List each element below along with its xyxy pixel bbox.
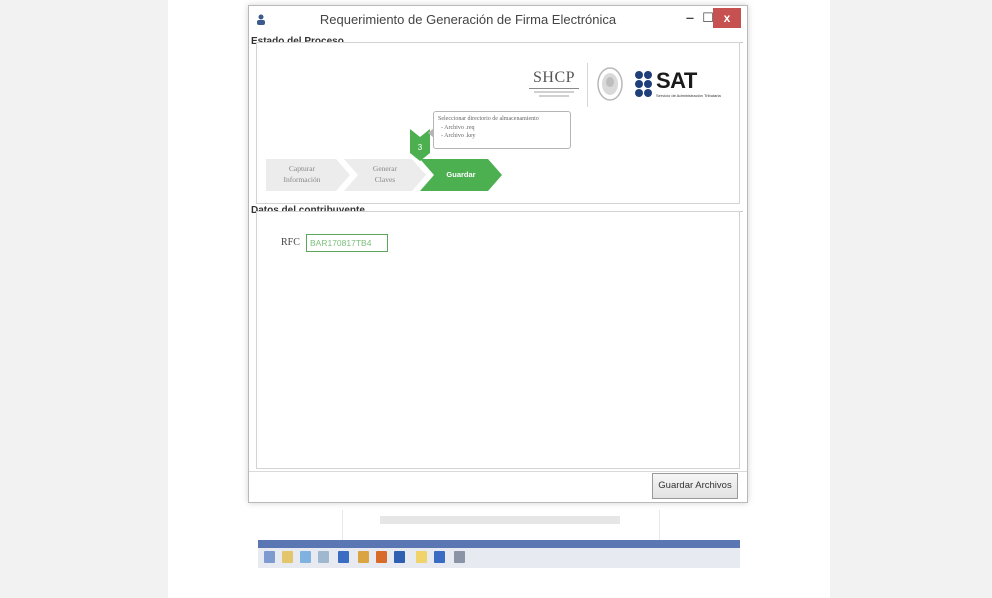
step-capturar-line2: Información bbox=[283, 175, 321, 184]
shcp-subtext-line bbox=[534, 91, 574, 93]
guardar-archivos-button[interactable]: Guardar Archivos bbox=[652, 473, 738, 499]
rfc-label: RFC bbox=[281, 237, 300, 248]
background-left-margin bbox=[0, 0, 168, 598]
shcp-subtext-line bbox=[539, 95, 569, 97]
logo-separator bbox=[587, 63, 588, 107]
step-callout: Seleccionar directorio de almacenamiento… bbox=[428, 111, 571, 149]
sat-dots-icon bbox=[635, 71, 652, 97]
step-capturar: Capturar Información bbox=[270, 163, 334, 185]
taskbar-firefox-icon bbox=[376, 551, 387, 563]
step-generar: Generar Claves bbox=[356, 163, 414, 185]
taskbar-browser-icon bbox=[300, 551, 311, 563]
shcp-rule bbox=[529, 88, 579, 89]
taskbar-outlook-icon bbox=[394, 551, 405, 563]
callout-arrow bbox=[428, 128, 434, 138]
shcp-logo: SHCP bbox=[529, 69, 579, 103]
sat-logo-subtitle: Servicio de Administración Tributaria bbox=[656, 93, 721, 98]
step-capturar-line1: Capturar bbox=[288, 164, 316, 173]
background-ruler bbox=[380, 516, 620, 524]
step-generar-line2: Claves bbox=[374, 175, 396, 184]
shcp-logo-text: SHCP bbox=[532, 69, 576, 86]
title-bar[interactable]: Requerimiento de Generación de Firma Ele… bbox=[249, 6, 747, 34]
callout-item: - Archivo .key bbox=[441, 133, 476, 139]
background-status-bar bbox=[258, 540, 740, 548]
callout-item: - Archivo .req bbox=[441, 124, 475, 131]
close-button[interactable]: x bbox=[713, 8, 741, 28]
sat-logo: SAT Servicio de Administración Tributari… bbox=[634, 68, 744, 102]
step-guardar: Guardar bbox=[432, 169, 490, 180]
step-guardar-line1: Guardar bbox=[446, 170, 476, 179]
process-steps: Capturar Información Generar Claves Guar… bbox=[266, 159, 506, 191]
sat-logo-text: SAT bbox=[656, 68, 697, 93]
taskbar-notes-icon bbox=[416, 551, 427, 563]
current-step-marker-icon: 3 bbox=[410, 129, 430, 161]
dialog-window: Requerimiento de Generación de Firma Ele… bbox=[248, 5, 748, 503]
taskbar-chrome-icon bbox=[358, 551, 369, 563]
background-right-margin bbox=[830, 0, 992, 598]
step-generar-line1: Generar bbox=[372, 164, 398, 173]
taskbar-tool-icon bbox=[454, 551, 465, 563]
minimize-button[interactable]: ‒ bbox=[681, 8, 699, 28]
background-taskbar bbox=[258, 548, 740, 568]
taskbar-word-icon bbox=[338, 551, 349, 563]
footer-separator bbox=[249, 471, 747, 472]
taskbar-folder-icon bbox=[282, 551, 293, 563]
window-title: Requerimiento de Generación de Firma Ele… bbox=[319, 12, 617, 27]
callout-title: Seleccionar directorio de almacenamiento bbox=[438, 116, 539, 122]
app-person-icon bbox=[257, 14, 265, 25]
taskbar-start-icon bbox=[264, 551, 275, 563]
mexico-seal-icon bbox=[597, 67, 623, 101]
svg-text:3: 3 bbox=[418, 143, 423, 152]
taskbar-app-icon bbox=[318, 551, 329, 563]
background-document-area bbox=[342, 510, 660, 540]
estado-panel: SHCP SAT Servicio de Administración Trib… bbox=[256, 42, 740, 204]
taskbar-word2-icon bbox=[434, 551, 445, 563]
rfc-input[interactable] bbox=[306, 234, 388, 252]
